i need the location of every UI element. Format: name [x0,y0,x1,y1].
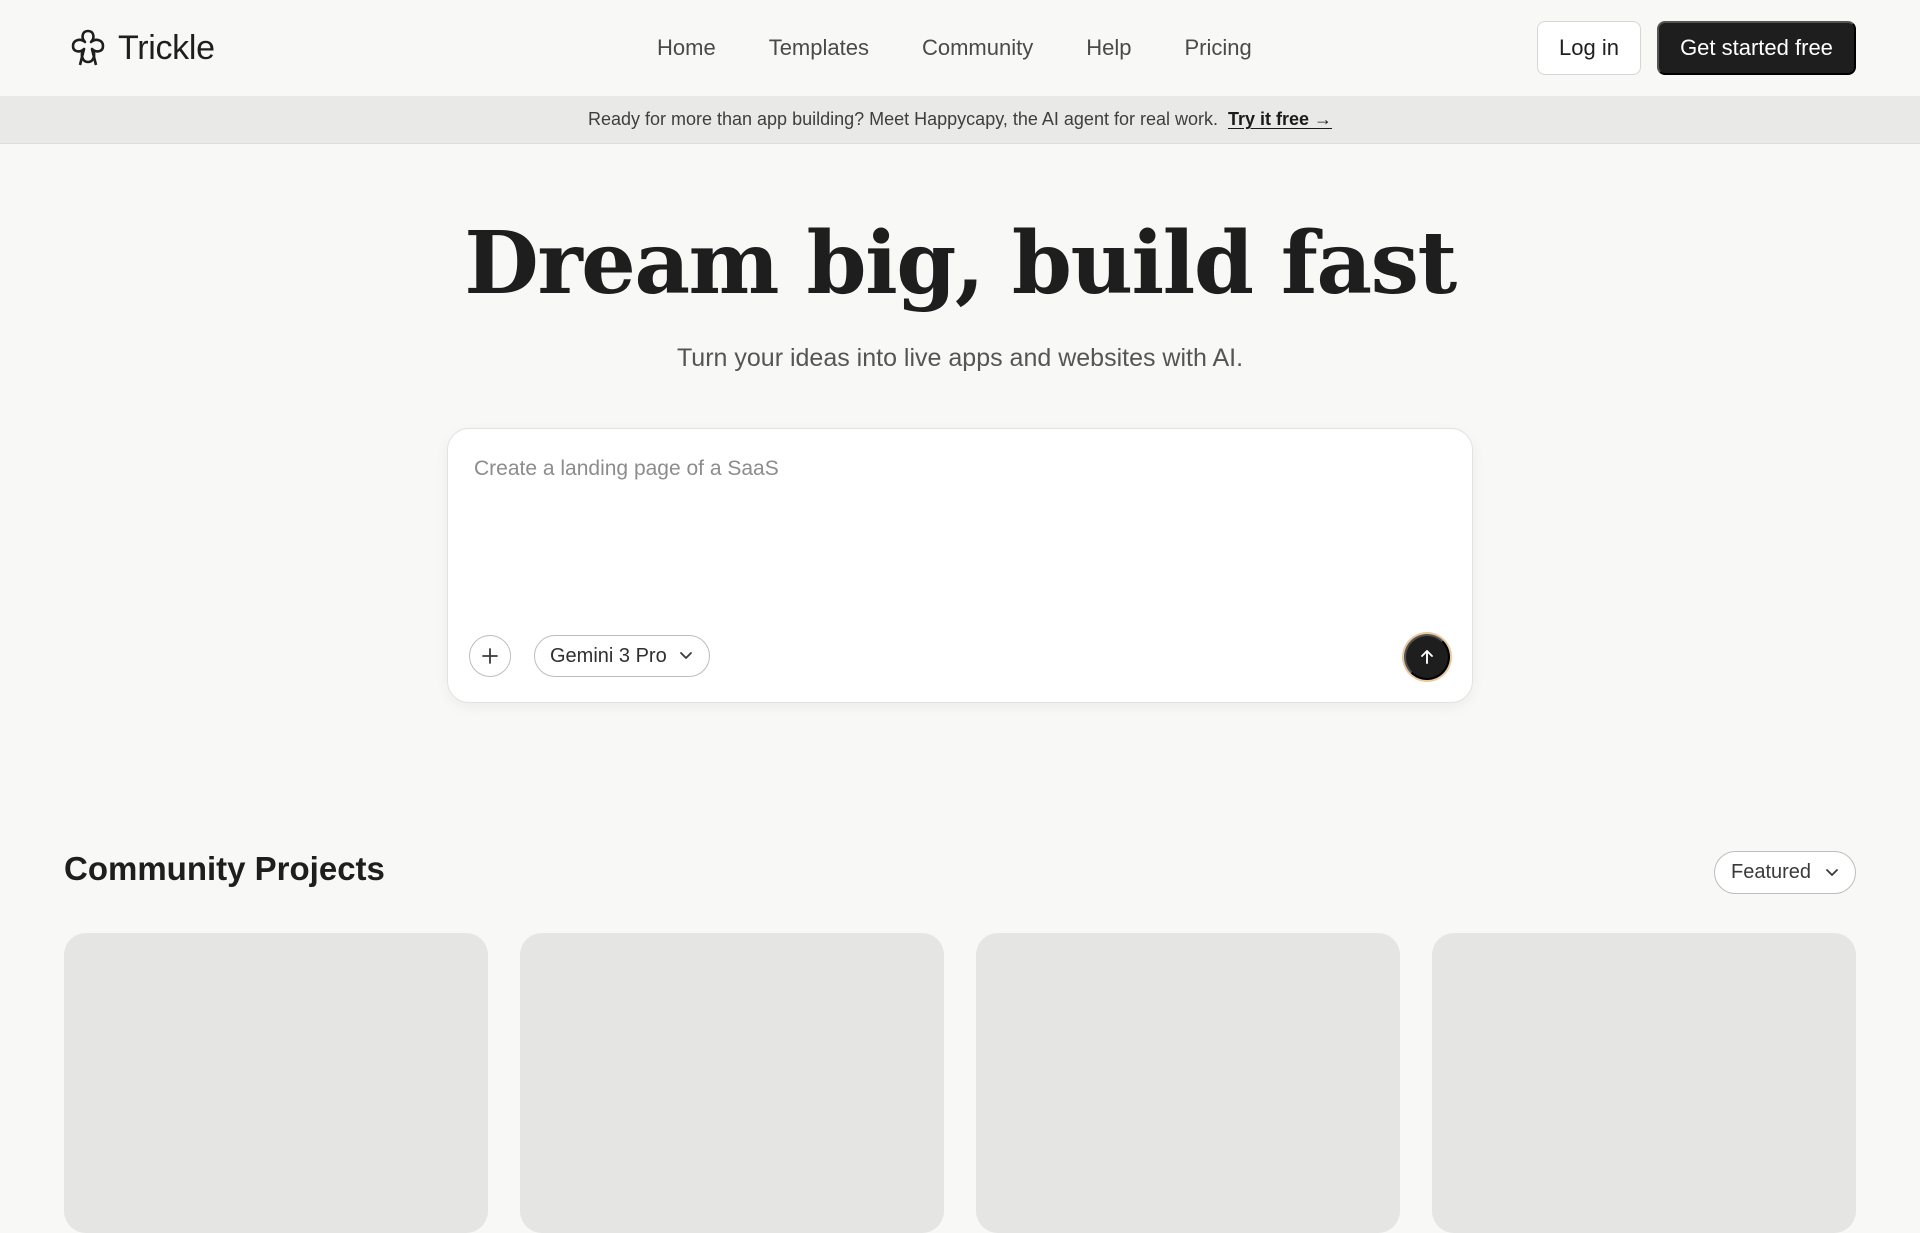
prompt-composer: Gemini 3 Pro [447,428,1473,703]
top-navigation: Trickle Home Templates Community Help Pr… [0,0,1920,96]
announcement-banner: Ready for more than app building? Meet H… [0,96,1920,144]
chevron-down-icon [679,652,692,659]
send-button[interactable] [1404,634,1450,680]
arrow-up-icon [1421,650,1433,664]
project-grid [64,933,1856,1233]
sort-label: Featured [1731,861,1812,883]
login-button[interactable]: Log in [1537,21,1641,75]
community-projects-title: Community Projects [64,850,385,887]
chevron-down-icon [1826,868,1838,876]
hero-subtitle: Turn your ideas into live apps and websi… [676,344,1244,372]
project-card[interactable] [520,933,944,1233]
nav-pricing[interactable]: Pricing [1184,35,1251,61]
banner-text: Ready for more than app building? Meet H… [587,109,1218,129]
nav-templates[interactable]: Templates [769,35,869,61]
flower-logo-icon [71,29,105,66]
logo[interactable]: Trickle [68,26,215,70]
sort-dropdown[interactable]: Featured [1714,851,1856,894]
get-started-button[interactable]: Get started free [1657,21,1856,75]
model-name: Gemini 3 Pro [550,644,667,667]
project-card[interactable] [976,933,1400,1233]
plus-icon [482,648,498,664]
try-it-free-link[interactable]: Try it free → [1228,109,1332,130]
hero-title: Dream big, build fast [464,213,1457,314]
brand-name: Trickle [118,28,215,67]
add-attachment-button[interactable] [469,635,511,677]
model-selector[interactable]: Gemini 3 Pro [534,635,710,677]
nav-community[interactable]: Community [922,35,1033,61]
main-nav: Home Templates Community Help Pricing [657,30,1252,66]
nav-help[interactable]: Help [1086,35,1131,61]
project-card[interactable] [1432,933,1856,1233]
prompt-input[interactable] [474,457,1434,617]
project-card[interactable] [64,933,488,1233]
nav-home[interactable]: Home [657,35,716,61]
